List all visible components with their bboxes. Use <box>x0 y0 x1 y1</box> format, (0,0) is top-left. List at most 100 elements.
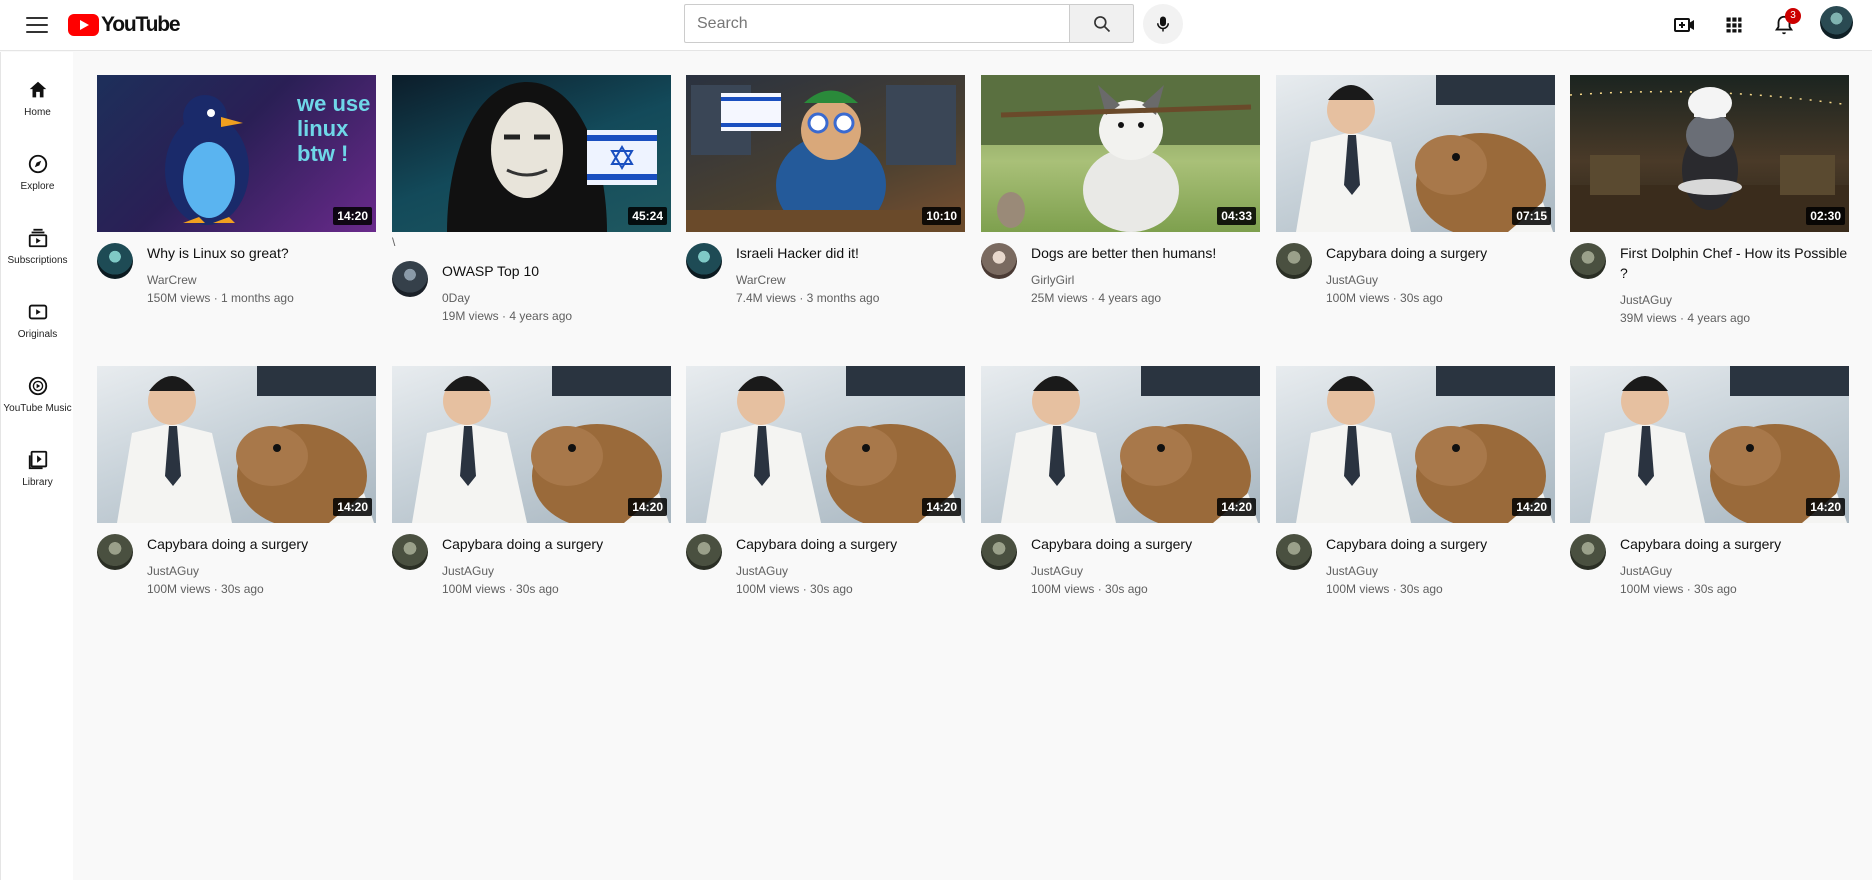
search-icon <box>1093 15 1110 32</box>
video-title[interactable]: Capybara doing a surgery <box>442 534 671 554</box>
video-thumbnail[interactable]: 45:24 <box>392 75 671 232</box>
video-card[interactable]: 45:24 \ OWASP Top 10 0Day 19M views · 4 … <box>392 75 671 345</box>
channel-avatar[interactable] <box>1570 243 1606 279</box>
video-meta: 100M views · 30s ago <box>736 582 853 596</box>
channel-avatar[interactable] <box>1276 243 1312 279</box>
video-card[interactable]: we use linux btw ! 14:20 Why is Linux so… <box>97 75 376 345</box>
video-card[interactable]: 10:10 Israeli Hacker did it! WarCrew 7.4… <box>686 75 965 345</box>
channel-name[interactable]: JustAGuy <box>736 564 788 578</box>
sidebar: Home Explore Subscriptions Originals You… <box>0 52 73 880</box>
sidebar-item-home[interactable]: Home <box>1 66 74 130</box>
channel-avatar[interactable] <box>392 261 428 297</box>
video-title[interactable]: OWASP Top 10 <box>442 261 671 281</box>
channel-avatar[interactable] <box>686 534 722 570</box>
video-card[interactable]: 14:20 Capybara doing a surgery JustAGuy … <box>1276 366 1555 636</box>
video-meta: 39M views · 4 years ago <box>1620 311 1751 325</box>
hamburger-menu-icon[interactable] <box>22 11 52 39</box>
channel-avatar[interactable] <box>97 243 133 279</box>
channel-avatar[interactable] <box>686 243 722 279</box>
channel-name[interactable]: 0Day <box>442 291 470 305</box>
sidebar-item-label: Library <box>22 476 53 488</box>
create-video-button[interactable] <box>1670 10 1700 40</box>
channel-avatar[interactable] <box>97 534 133 570</box>
channel-avatar[interactable] <box>981 534 1017 570</box>
channel-name[interactable]: WarCrew <box>736 273 786 287</box>
originals-icon <box>28 304 47 319</box>
apps-button[interactable] <box>1719 10 1749 40</box>
notifications-button[interactable]: 3 <box>1769 8 1801 40</box>
channel-name[interactable]: JustAGuy <box>442 564 494 578</box>
search-input[interactable] <box>684 4 1069 43</box>
channel-name[interactable]: JustAGuy <box>1326 564 1378 578</box>
youtube-logo[interactable]: YouTube <box>68 12 181 38</box>
channel-name[interactable]: JustAGuy <box>1620 564 1672 578</box>
video-title[interactable]: Capybara doing a surgery <box>1031 534 1260 554</box>
sidebar-item-label: Home <box>24 106 51 118</box>
video-thumbnail[interactable]: 14:20 <box>97 366 376 523</box>
video-thumbnail[interactable]: 14:20 <box>981 366 1260 523</box>
top-header: YouTube 3 <box>0 0 1872 51</box>
channel-avatar[interactable] <box>981 243 1017 279</box>
video-thumbnail[interactable]: we use linux btw ! 14:20 <box>97 75 376 232</box>
video-title[interactable]: Capybara doing a surgery <box>1326 534 1555 554</box>
video-meta: 100M views · 30s ago <box>1031 582 1148 596</box>
video-title[interactable]: Israeli Hacker did it! <box>736 243 965 263</box>
video-thumbnail[interactable]: 10:10 <box>686 75 965 232</box>
channel-name[interactable]: JustAGuy <box>1620 293 1672 307</box>
video-meta: 100M views · 30s ago <box>1326 582 1443 596</box>
sidebar-item-subscriptions[interactable]: Subscriptions <box>1 214 74 278</box>
video-card[interactable]: 14:20 Capybara doing a surgery JustAGuy … <box>686 366 965 636</box>
video-thumbnail[interactable]: 14:20 <box>686 366 965 523</box>
channel-name[interactable]: GirlyGirl <box>1031 273 1074 287</box>
video-meta: 100M views · 30s ago <box>442 582 559 596</box>
voice-search-button[interactable] <box>1143 4 1183 44</box>
video-card[interactable]: 14:20 Capybara doing a surgery JustAGuy … <box>97 366 376 636</box>
video-card[interactable]: 14:20 Capybara doing a surgery JustAGuy … <box>392 366 671 636</box>
channel-avatar[interactable] <box>1276 534 1312 570</box>
video-thumbnail[interactable]: 04:33 <box>981 75 1260 232</box>
channel-name[interactable]: JustAGuy <box>1031 564 1083 578</box>
duration-badge: 14:20 <box>1217 498 1256 516</box>
sidebar-item-youtube-music[interactable]: YouTube Music <box>1 362 74 426</box>
video-card[interactable]: 02:30 First Dolphin Chef - How its Possi… <box>1570 75 1849 345</box>
account-avatar[interactable] <box>1820 6 1853 39</box>
search-bar <box>684 4 1134 43</box>
sidebar-item-label: Originals <box>17 328 58 340</box>
video-title[interactable]: First Dolphin Chef - How its Possible ? <box>1620 243 1849 283</box>
microphone-icon <box>1157 16 1169 32</box>
video-card[interactable]: 14:20 Capybara doing a surgery JustAGuy … <box>981 366 1260 636</box>
video-meta: 150M views · 1 months ago <box>147 291 294 305</box>
video-title[interactable]: Why is Linux so great? <box>147 243 376 263</box>
duration-badge: 04:33 <box>1217 207 1256 225</box>
video-title[interactable]: Capybara doing a surgery <box>1620 534 1849 554</box>
music-icon <box>28 376 47 395</box>
video-card[interactable]: 14:20 Capybara doing a surgery JustAGuy … <box>1570 366 1849 636</box>
channel-avatar[interactable] <box>392 534 428 570</box>
channel-name[interactable]: WarCrew <box>147 273 197 287</box>
video-thumbnail[interactable]: 14:20 <box>1276 366 1555 523</box>
video-thumbnail[interactable]: 02:30 <box>1570 75 1849 232</box>
video-title[interactable]: Capybara doing a surgery <box>1326 243 1555 263</box>
video-title[interactable]: Capybara doing a surgery <box>736 534 965 554</box>
duration-badge: 02:30 <box>1806 207 1845 225</box>
subscriptions-icon <box>28 228 47 247</box>
video-title[interactable]: Dogs are better then humans! <box>1031 243 1260 263</box>
sidebar-item-explore[interactable]: Explore <box>1 140 74 204</box>
video-meta: 100M views · 30s ago <box>1326 291 1443 305</box>
sidebar-item-originals[interactable]: Originals <box>1 288 74 352</box>
duration-badge: 10:10 <box>922 207 961 225</box>
sidebar-item-label: YouTube Music <box>3 402 72 414</box>
channel-name[interactable]: JustAGuy <box>147 564 199 578</box>
video-thumbnail[interactable]: 07:15 <box>1276 75 1555 232</box>
video-title[interactable]: Capybara doing a surgery <box>147 534 376 554</box>
notification-badge: 3 <box>1785 8 1801 24</box>
video-card[interactable]: 07:15 Capybara doing a surgery JustAGuy … <box>1276 75 1555 345</box>
sidebar-item-library[interactable]: Library <box>1 436 74 500</box>
duration-badge: 14:20 <box>333 498 372 516</box>
video-card[interactable]: 04:33 Dogs are better then humans! Girly… <box>981 75 1260 345</box>
channel-avatar[interactable] <box>1570 534 1606 570</box>
search-button[interactable] <box>1069 4 1134 43</box>
video-thumbnail[interactable]: 14:20 <box>392 366 671 523</box>
channel-name[interactable]: JustAGuy <box>1326 273 1378 287</box>
video-thumbnail[interactable]: 14:20 <box>1570 366 1849 523</box>
